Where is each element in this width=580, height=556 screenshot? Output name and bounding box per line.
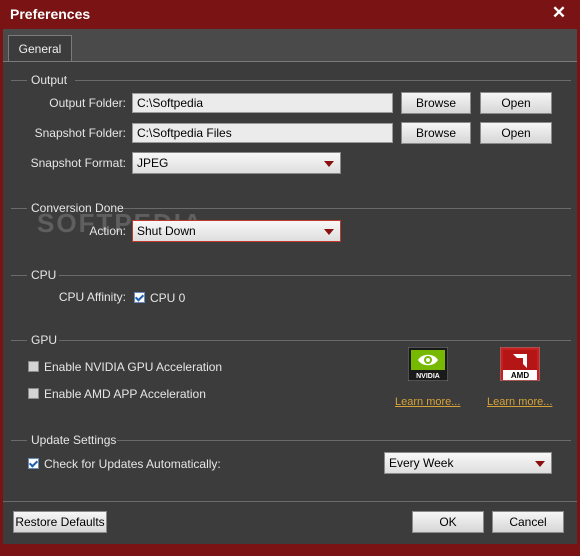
snapshot-folder-field[interactable]: C:\Softpedia Files: [132, 123, 393, 143]
amd-logo-text: AMD: [511, 371, 529, 380]
chevron-down-icon: [324, 229, 334, 235]
cpu0-checkbox[interactable]: [134, 292, 145, 303]
check-updates-label: Check for Updates Automatically:: [44, 457, 221, 471]
cpu-divider: [59, 275, 571, 276]
action-dropdown[interactable]: Shut Down: [132, 220, 341, 242]
gpu-section-label: GPU: [31, 333, 58, 347]
tab-strip: General: [3, 29, 577, 61]
action-label: Action:: [89, 224, 126, 238]
output-divider-left: [11, 80, 27, 81]
window-title: Preferences: [10, 6, 91, 22]
amd-label: Enable AMD APP Acceleration: [44, 387, 206, 401]
cpu0-label: CPU 0: [150, 291, 186, 305]
action-value: Shut Down: [137, 224, 196, 238]
nvidia-checkbox[interactable]: [28, 361, 39, 372]
preferences-window: Preferences ✕ General SOFTPEDIA Output O…: [0, 0, 580, 556]
cpu-affinity-label: CPU Affinity:: [58, 290, 126, 304]
snapshot-format-value: JPEG: [137, 156, 169, 170]
snapshot-format-label: Snapshot Format:: [30, 156, 126, 170]
nvidia-label: Enable NVIDIA GPU Acceleration: [44, 360, 223, 374]
nvidia-learn-more-link[interactable]: Learn more...: [395, 396, 460, 408]
output-folder-label: Output Folder:: [49, 96, 126, 110]
tab-general[interactable]: General: [8, 35, 72, 61]
gpu-divider: [59, 340, 571, 341]
general-panel: SOFTPEDIA Output Output Folder: C:\Softp…: [3, 61, 577, 502]
output-folder-field[interactable]: C:\Softpedia: [132, 93, 393, 113]
gpu-divider-left: [11, 340, 27, 341]
snapshot-folder-label: Snapshot Folder:: [34, 126, 126, 140]
restore-defaults-button[interactable]: Restore Defaults: [13, 511, 107, 533]
conversion-section-label: Conversion Done: [31, 201, 124, 215]
snapshot-format-dropdown[interactable]: JPEG: [132, 152, 341, 174]
close-icon[interactable]: ✕: [550, 4, 568, 22]
output-section-label: Output: [31, 73, 68, 87]
update-divider-left: [11, 440, 27, 441]
amd-logo-icon: AMD: [499, 346, 541, 382]
update-section-label: Update Settings: [31, 433, 117, 447]
update-frequency-value: Every Week: [389, 456, 454, 470]
title-bar[interactable]: Preferences ✕: [0, 0, 580, 29]
output-browse-button[interactable]: Browse: [401, 92, 471, 114]
amd-learn-more-link[interactable]: Learn more...: [487, 396, 552, 408]
ok-button[interactable]: OK: [412, 511, 484, 533]
snapshot-open-button[interactable]: Open: [480, 122, 552, 144]
chevron-down-icon: [535, 461, 545, 467]
cancel-button[interactable]: Cancel: [492, 511, 564, 533]
chevron-down-icon: [324, 161, 334, 167]
update-frequency-dropdown[interactable]: Every Week: [384, 452, 552, 474]
output-open-button[interactable]: Open: [480, 92, 552, 114]
nvidia-logo-text: NVIDIA: [416, 373, 440, 380]
dialog-client: General SOFTPEDIA Output Output Folder: …: [3, 29, 577, 544]
amd-checkbox[interactable]: [28, 388, 39, 399]
check-updates-checkbox[interactable]: [28, 458, 39, 469]
snapshot-browse-button[interactable]: Browse: [401, 122, 471, 144]
dialog-footer: Restore Defaults OK Cancel: [3, 501, 577, 544]
conversion-divider-left: [11, 208, 27, 209]
nvidia-logo-icon: NVIDIA: [407, 346, 449, 382]
conversion-divider: [123, 208, 571, 209]
cpu-section-label: CPU: [31, 268, 57, 282]
output-divider: [75, 80, 571, 81]
cpu-divider-left: [11, 275, 27, 276]
update-divider: [117, 440, 571, 441]
